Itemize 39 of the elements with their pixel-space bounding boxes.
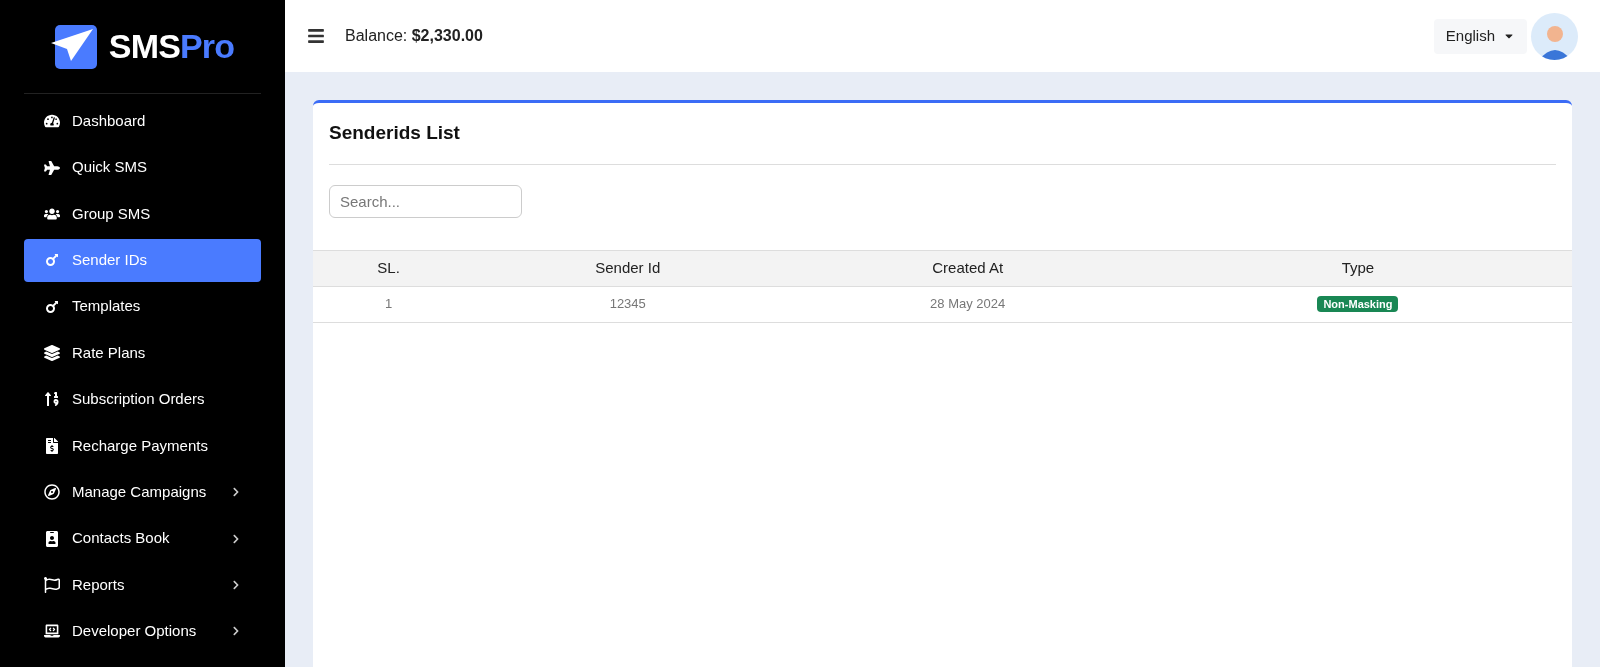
sidebar-item[interactable]: Rate Plans [24, 331, 261, 375]
table-cell: 28 May 2024 [791, 286, 1144, 322]
id-badge-icon [44, 530, 60, 547]
avatar[interactable] [1531, 12, 1578, 60]
compass-icon [44, 484, 60, 501]
brand-logo-text: SMSPro [108, 26, 235, 67]
layers-icon [44, 345, 60, 362]
flag-icon [44, 576, 60, 593]
plane-icon [44, 159, 60, 176]
sidebar-item[interactable]: Developer Options [24, 609, 261, 653]
gauge-icon [44, 113, 60, 130]
type-badge: Non-Masking [1317, 296, 1399, 313]
language-dropdown[interactable]: English [1433, 18, 1527, 54]
balance-text: Balance: $2,330.00 [345, 26, 483, 46]
column-header: SL. [313, 250, 465, 286]
sidebar-item[interactable]: Recharge Payments [24, 424, 261, 468]
sidebar-item[interactable]: Group SMS [24, 192, 261, 236]
table-cell: 1 [313, 286, 465, 322]
sort-icon [44, 391, 60, 408]
sidebar-item[interactable]: Templates [24, 285, 261, 329]
paper-plane-logo-icon [50, 24, 97, 69]
mars-symbol-icon [44, 252, 60, 269]
sidebar-item[interactable]: Manage Campaigns [24, 470, 261, 514]
table-cell: 12345 [464, 286, 792, 322]
sidebar-item[interactable]: Contacts Book [24, 517, 261, 561]
sidebar-item[interactable]: Quick SMS [24, 146, 261, 190]
menu-icon[interactable] [307, 27, 325, 45]
column-header: Type [1143, 250, 1572, 286]
sidebar-item[interactable]: Subscription Orders [24, 377, 261, 421]
search-field[interactable]: Search... [329, 184, 522, 218]
card-title: Senderids List [329, 103, 1556, 165]
sidebar-item[interactable]: Reports [24, 563, 261, 607]
sidebar-item[interactable]: Dashboard [24, 99, 261, 143]
column-header: Sender Id [464, 250, 792, 286]
sidebar-item[interactable]: Sender IDs [24, 238, 261, 282]
invoice-icon [44, 437, 60, 454]
column-header: Created At [791, 250, 1144, 286]
laptop-icon [44, 623, 60, 640]
mars-symbol-icon [44, 298, 60, 315]
